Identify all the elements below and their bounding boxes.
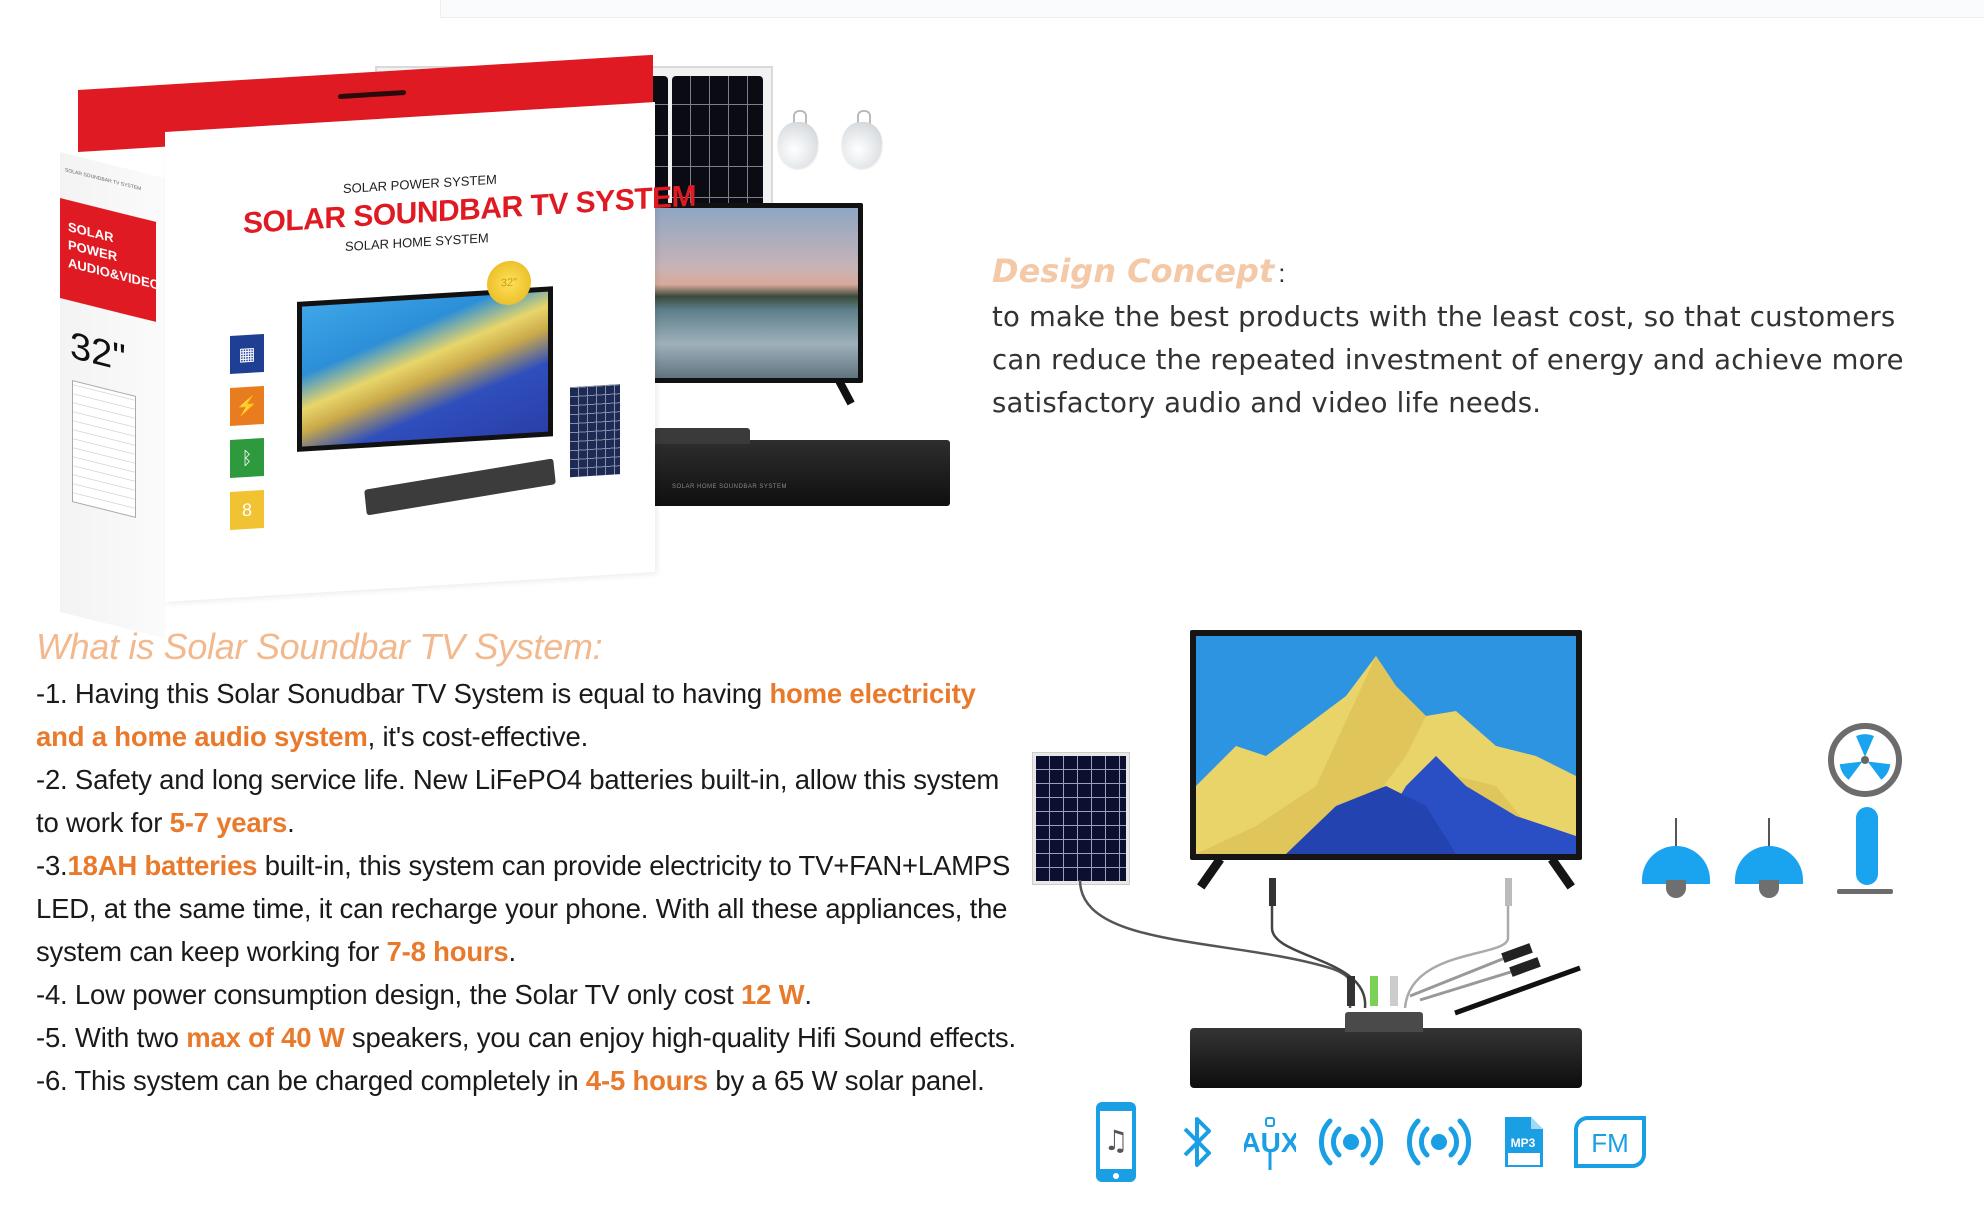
description-section: What is Solar Soundbar TV System: -1. Ha… (36, 626, 1026, 1102)
led-bulb-image (778, 110, 818, 170)
feature-highlight: 7-8 hours (386, 936, 509, 967)
lamp-icon (1735, 818, 1803, 898)
connection-diagram (1030, 628, 1930, 1088)
svg-text:FM: FM (1591, 1128, 1629, 1158)
top-bar (440, 0, 1984, 18)
feature-text: . (804, 979, 812, 1010)
feature-text: -6. This system can be charged completel… (36, 1065, 586, 1096)
box-tv-image (297, 286, 553, 452)
feature-text: by a 65 W solar panel. (707, 1065, 985, 1096)
design-concept-line: satisfactory audio and video life needs. (992, 387, 1542, 419)
soundbar-image: SOLAR HOME SOUNDBAR SYSTEM (642, 428, 950, 506)
bluetooth-icon: ᛒ (230, 437, 264, 479)
feature-text: -5. With two (36, 1022, 187, 1053)
feature-item-6: -6. This system can be charged completel… (36, 1059, 1026, 1102)
product-photo: SOLAR HOME SOUNDBAR SYSTEM SOLAR SOUNDBA… (60, 54, 970, 639)
box-side-badge: SOLAR POWER AUDIO&VIDEO (60, 198, 160, 322)
description-title: What is Solar Soundbar TV System: (36, 626, 603, 667)
feature-icons-row: ♫ AUX MP3 FM (1070, 1097, 1660, 1187)
feature-highlight: 4-5 hours (585, 1065, 708, 1096)
feature-list: -1. Having this Solar Sonudbar TV System… (36, 672, 1026, 1102)
feature-item-1: -1. Having this Solar Sonudbar TV System… (36, 672, 1026, 758)
feature-highlight: 5-7 years (169, 807, 288, 838)
svg-text:MP3: MP3 (1511, 1136, 1536, 1150)
feature-text: -4. Low power consumption design, the So… (36, 979, 741, 1010)
fan-icon (1825, 723, 1915, 899)
box-soundbar-image (364, 458, 556, 516)
design-concept-colon: : (1278, 258, 1286, 288)
soundbar-image (1190, 1012, 1582, 1088)
svg-text:♫: ♫ (1103, 1124, 1128, 1157)
feature-item-2: -2. Safety and long service life. New Li… (36, 758, 1026, 844)
design-concept-body: to make the best products with the least… (992, 296, 1952, 425)
feature-highlight: 12 W (741, 979, 805, 1010)
feature-text: . (287, 807, 295, 838)
wireless-broadcast-icon (1395, 1117, 1483, 1167)
box-subtitle-bottom: SOLAR HOME SYSTEM (345, 230, 489, 254)
feature-highlight: max of 40 W (186, 1022, 345, 1053)
tv-image (643, 203, 863, 406)
feature-item-3: -3.18AH batteries built-in, this system … (36, 844, 1026, 973)
wireless-broadcast-icon (1307, 1117, 1395, 1167)
phone-charge-icon: ⚡ (230, 385, 264, 427)
design-concept-title: Design Concept (992, 252, 1275, 290)
feature-item-5: -5. With two max of 40 W speakers, you c… (36, 1016, 1026, 1059)
lamp-icon (1642, 818, 1710, 898)
box-front: SOLAR POWER SYSTEM SOLAR SOUNDBAR TV SYS… (165, 102, 696, 602)
battery-8-icon: 8 (230, 489, 264, 531)
design-concept-line: can reduce the repeated investment of en… (992, 344, 1904, 376)
product-box: SOLAR SOUNDBAR TV SYSTEM SOLAR POWER AUD… (60, 54, 696, 639)
mp3-file-icon: MP3 (1483, 1115, 1565, 1169)
design-concept-section: Design Concept: to make the best product… (992, 252, 1952, 425)
phone-music-icon: ♫ (1070, 1100, 1162, 1184)
feature-highlight: 18AH batteries (67, 850, 258, 881)
fm-radio-icon: FM (1565, 1115, 1655, 1169)
box-side: SOLAR SOUNDBAR TV SYSTEM SOLAR POWER AUD… (60, 152, 165, 639)
aux-icon: AUX (1232, 1112, 1307, 1172)
bluetooth-icon (1162, 1115, 1232, 1169)
box-solar-panel-image (570, 384, 620, 478)
feature-text: , it's cost-effective. (367, 721, 589, 752)
box-spec-table (72, 379, 136, 518)
solar-panel-icon: ▦ (230, 333, 264, 375)
feature-text: speakers, you can enjoy high-quality Hif… (344, 1022, 1016, 1053)
feature-text: -1. Having this Solar Sonudbar TV System… (36, 678, 770, 709)
feature-text: . (508, 936, 517, 967)
design-concept-line: to make the best products with the least… (992, 301, 1896, 333)
feature-text: -3. (36, 850, 68, 881)
led-bulb-image (842, 110, 882, 170)
box-side-caption: SOLAR SOUNDBAR TV SYSTEM (65, 167, 142, 193)
feature-item-4: -4. Low power consumption design, the So… (36, 973, 1026, 1016)
box-feature-icons: ▦ ⚡ ᛒ 8 (230, 333, 264, 544)
box-side-size: 32" (70, 324, 126, 381)
